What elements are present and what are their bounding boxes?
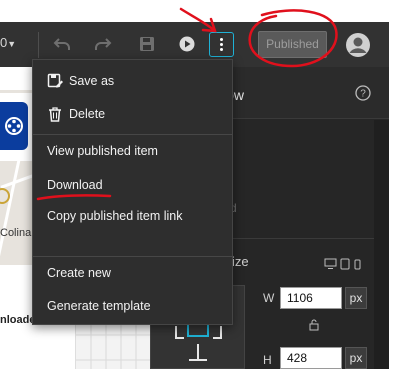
menu-item-download[interactable]: Download: [33, 171, 232, 199]
kebab-dot-icon: [220, 43, 223, 46]
preview-play-icon[interactable]: [178, 35, 196, 53]
map-label: Colina: [0, 227, 32, 239]
film-reel-icon: [5, 117, 23, 135]
menu-item-label: Save as: [69, 74, 115, 88]
menu-item-label: Download: [47, 178, 103, 192]
svg-text:?: ?: [360, 89, 366, 100]
chevron-down-icon: ▼: [7, 39, 17, 49]
app-window: 0▼ Published Colina nloade low ? d ize W…: [0, 0, 400, 369]
user-avatar-icon[interactable]: [345, 32, 371, 58]
menu-item-generate-template[interactable]: Generate template: [33, 292, 232, 320]
menu-item-copy-link[interactable]: Copy published item link: [33, 202, 232, 230]
save-as-icon: [47, 73, 63, 88]
phone-icon: [354, 259, 361, 270]
published-button[interactable]: Published: [258, 31, 327, 58]
help-icon[interactable]: ?: [355, 85, 371, 106]
save-icon[interactable]: [138, 35, 156, 53]
more-options-button[interactable]: [209, 32, 234, 57]
menu-item-save-as[interactable]: Save as: [33, 67, 232, 95]
height-label: H: [263, 353, 272, 367]
widget-thumbnail: [0, 93, 34, 161]
menu-item-label: View published item: [47, 144, 158, 158]
menu-item-label: Copy published item link: [47, 209, 183, 223]
menu-item-create-new[interactable]: Create new: [33, 259, 232, 287]
width-unit-select[interactable]: px: [345, 287, 367, 309]
redo-icon[interactable]: [94, 35, 112, 53]
size-section-label: ize: [232, 254, 249, 269]
width-label: W: [263, 291, 275, 305]
width-input[interactable]: 1106: [280, 287, 342, 309]
undo-icon[interactable]: [53, 35, 71, 53]
menu-item-label: Generate template: [47, 299, 151, 313]
kebab-dot-icon: [220, 48, 223, 51]
menu-item-label: Delete: [69, 107, 106, 121]
panel-divider: [232, 238, 389, 239]
menu-divider: [33, 134, 232, 135]
download-label-fragment: nloade: [0, 314, 36, 326]
tablet-icon: [340, 258, 350, 270]
kebab-dot-icon: [220, 38, 223, 41]
zoom-select[interactable]: 0▼: [0, 35, 16, 50]
menu-item-view-published[interactable]: View published item: [33, 137, 232, 165]
panel-scroll-strip: [374, 120, 389, 369]
height-input[interactable]: 428: [280, 347, 342, 369]
toolbar-divider: [38, 32, 39, 58]
height-unit-select[interactable]: px: [345, 347, 367, 369]
desktop-icon: [324, 258, 337, 269]
device-toggle: [324, 257, 366, 275]
menu-item-label: Create new: [47, 266, 111, 280]
lock-aspect-icon[interactable]: [308, 318, 320, 336]
menu-item-delete[interactable]: Delete: [33, 100, 232, 128]
page-background: [389, 22, 400, 369]
menu-divider: [33, 256, 232, 257]
trash-icon: [49, 107, 61, 122]
more-options-menu: Save as Delete View published item Downl…: [32, 59, 233, 325]
